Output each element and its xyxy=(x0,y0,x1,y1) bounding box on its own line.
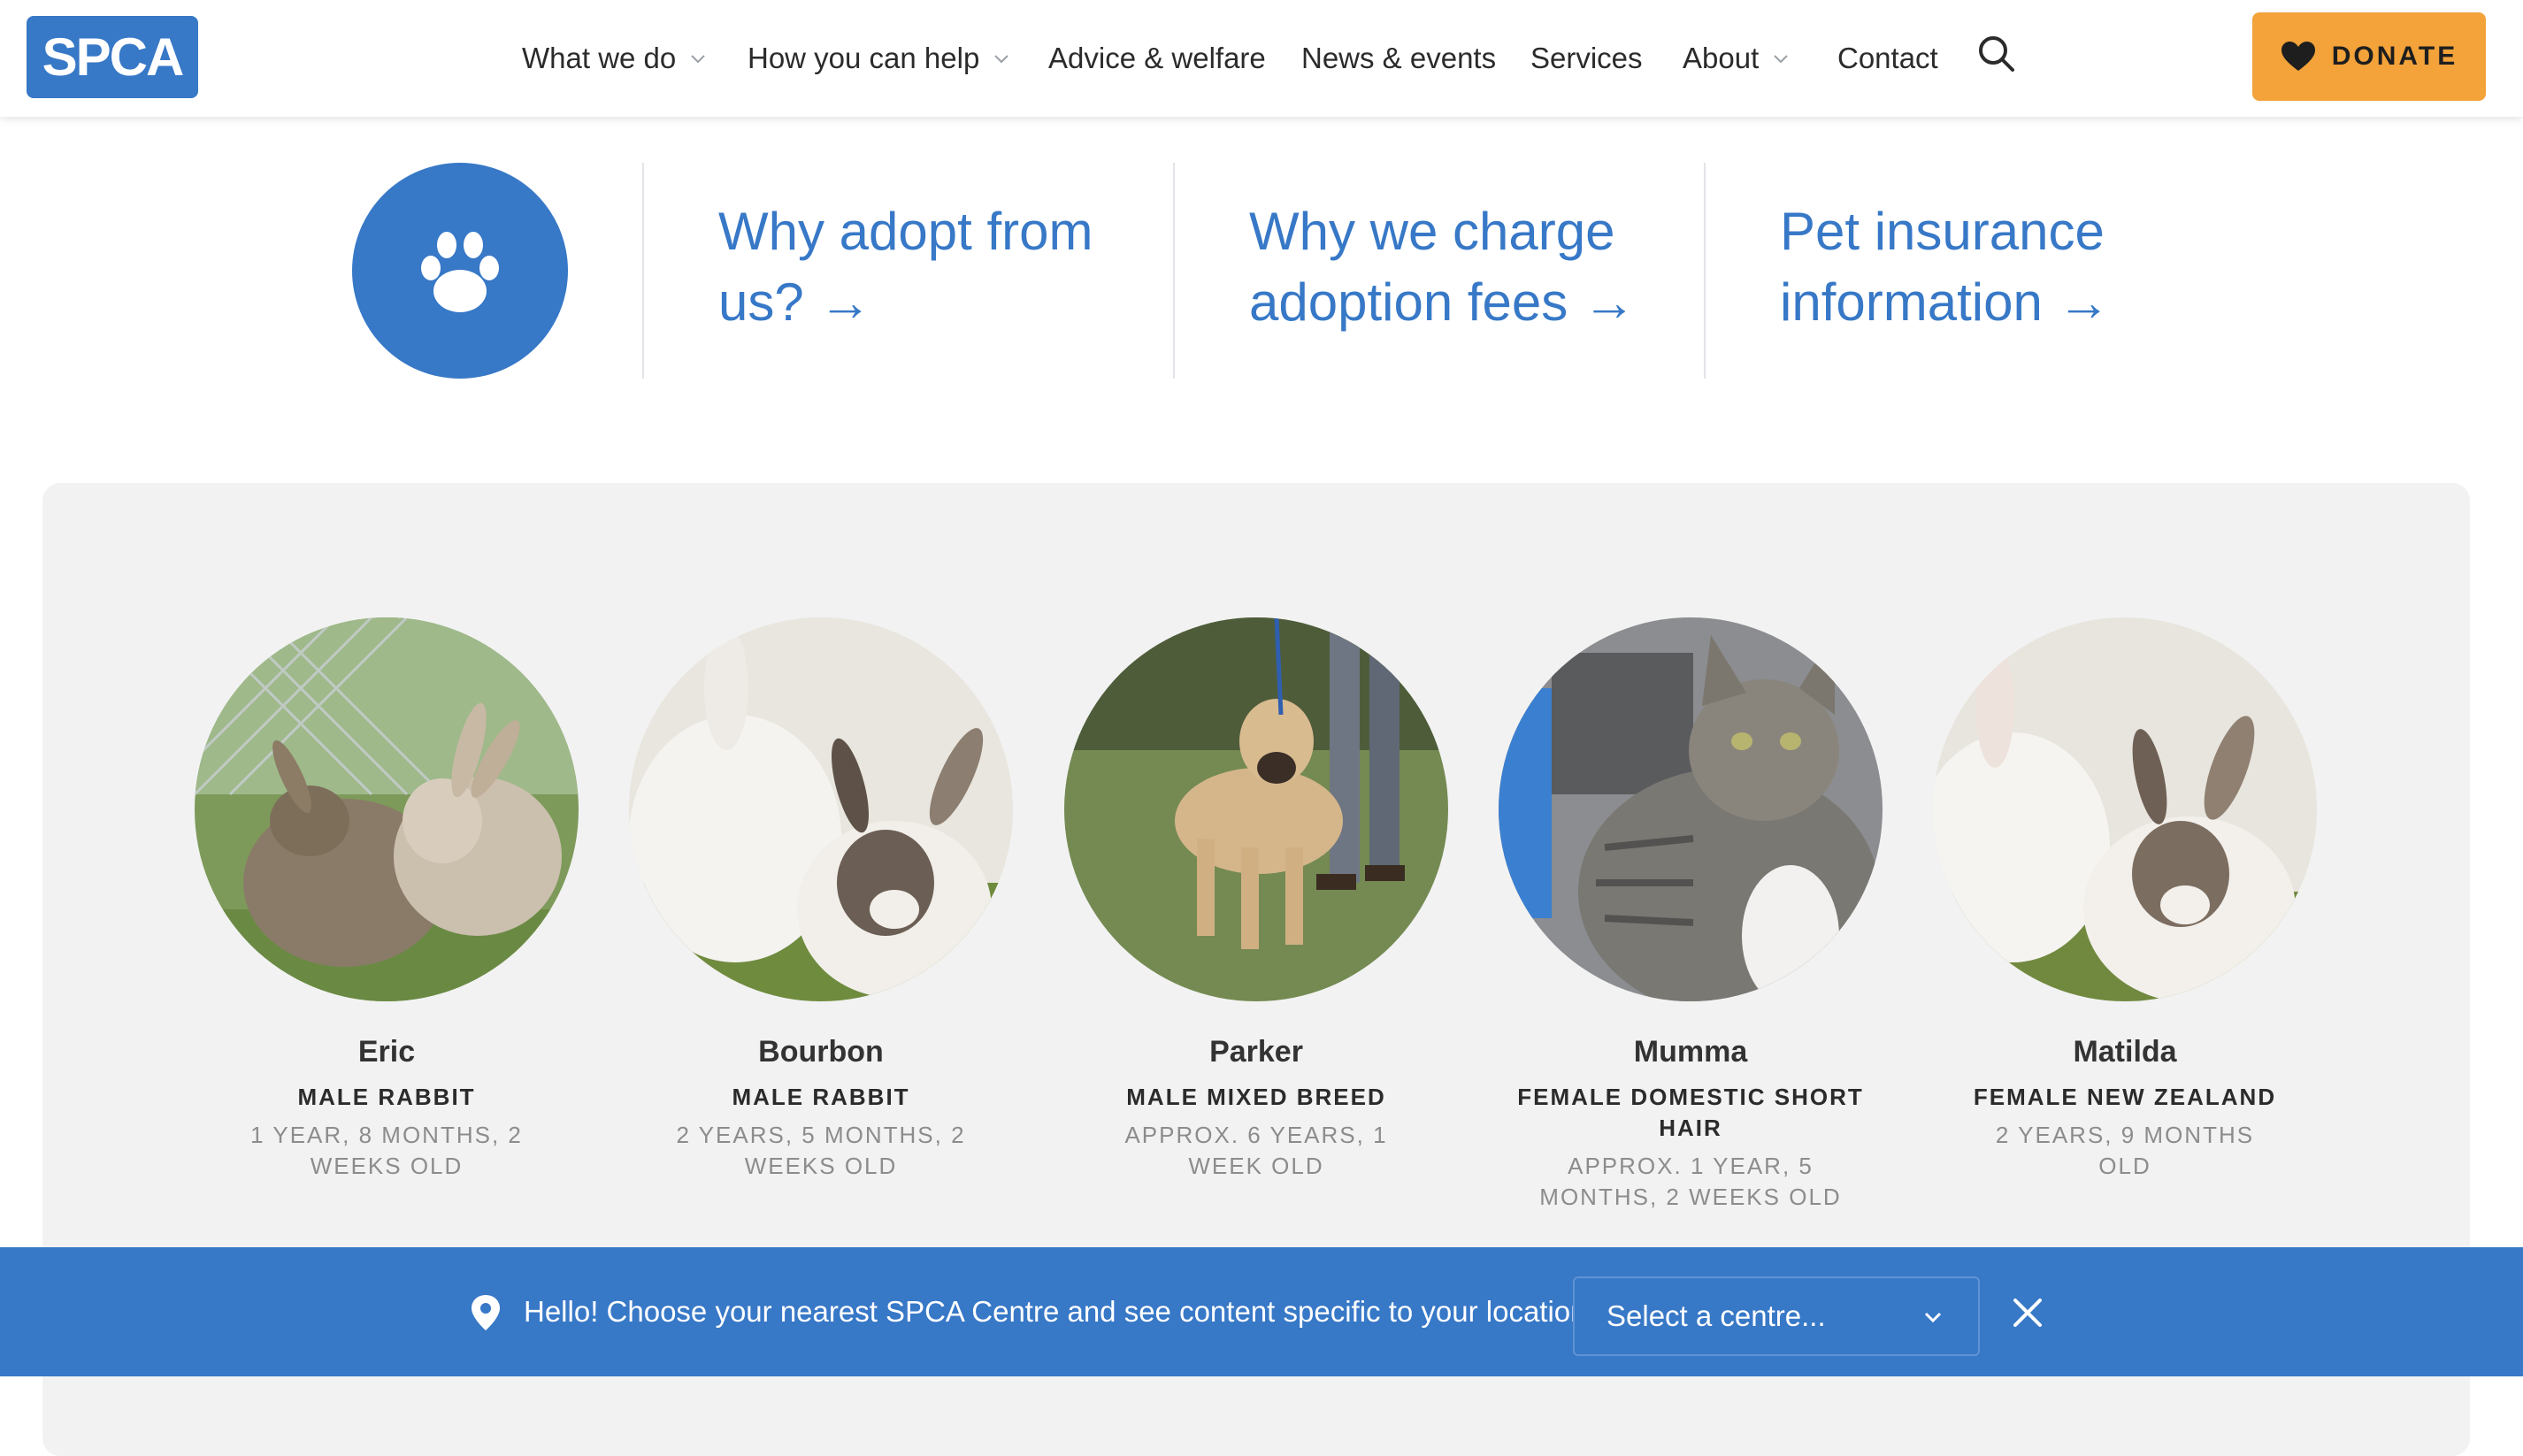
link-line: Why adopt from xyxy=(718,202,1093,261)
chevron-down-icon xyxy=(1774,55,1788,64)
divider xyxy=(1173,163,1175,379)
pet-name: Matilda xyxy=(2073,1035,2177,1069)
link-adoption-fees[interactable]: Why we charge adoption fees → xyxy=(1249,196,1636,338)
link-line: information → xyxy=(1780,272,2111,332)
link-line: Why we charge xyxy=(1249,202,1615,261)
pet-age: 1 year, 8 months, 2 weeks old xyxy=(250,1122,523,1179)
pet-age: Approx. 6 years, 1 week old xyxy=(1124,1122,1388,1179)
pet-breed: Male Rabbit xyxy=(732,1084,910,1110)
location-pin-icon xyxy=(472,1295,500,1330)
pet-age: Approx. 1 year, 5 months, 2 weeks old xyxy=(1539,1153,1842,1210)
nav-services[interactable]: Services xyxy=(1530,0,1643,117)
chevron-down-icon xyxy=(1924,1312,1942,1323)
pet-name: Eric xyxy=(357,1035,416,1069)
nav-how-you-can-help[interactable]: How you can help xyxy=(748,0,1011,117)
nav-label: Contact xyxy=(1837,42,1938,74)
pet-card-parker[interactable]: Parker Male Mixed Breed Approx. 6 years,… xyxy=(1064,617,1448,1182)
pet-breed: Male Mixed Breed xyxy=(1126,1084,1386,1110)
chevron-down-icon xyxy=(994,55,1009,64)
pet-breed: Female Domestic Short Hair xyxy=(1517,1084,1864,1141)
site-header: SPCA What we do How you can help Advice … xyxy=(0,0,2523,117)
link-why-adopt[interactable]: Why adopt from us? → xyxy=(718,196,1093,338)
nav-about[interactable]: About xyxy=(1683,0,1791,117)
pet-photo[interactable] xyxy=(1499,617,1883,1001)
pet-photo[interactable] xyxy=(1064,617,1448,1001)
pet-card-bourbon[interactable]: Bourbon Male Rabbit 2 years, 5 months, 2… xyxy=(629,617,1013,1182)
pet-photo[interactable] xyxy=(629,617,1013,1001)
pet-photo[interactable] xyxy=(1933,617,2317,1001)
pet-card-mumma[interactable]: Mumma Female Domestic Short Hair Approx.… xyxy=(1499,617,1883,1213)
centre-select[interactable]: Select a centre... xyxy=(1573,1276,1980,1356)
nav-label: How you can help xyxy=(748,42,980,74)
close-icon[interactable] xyxy=(2012,1297,2044,1329)
nav-label: News & events xyxy=(1301,42,1497,74)
link-line: us? → xyxy=(718,272,872,332)
spca-logo[interactable]: SPCA xyxy=(27,16,198,98)
link-pet-insurance[interactable]: Pet insurance information → xyxy=(1780,196,2110,338)
nav-contact[interactable]: Contact xyxy=(1837,0,1938,117)
pet-age: 2 years, 9 months old xyxy=(1995,1122,2255,1179)
select-value: Select a centre... xyxy=(1607,1299,1826,1332)
paw-icon xyxy=(421,232,499,312)
nav-label: What we do xyxy=(522,42,677,74)
pet-age: 2 years, 5 months, 2 weeks old xyxy=(676,1122,966,1179)
link-line: adoption fees → xyxy=(1249,272,1636,332)
location-message: Hello! Choose your nearest SPCA Centre a… xyxy=(524,1295,1595,1328)
heart-icon xyxy=(2281,42,2315,71)
nav-label: Advice & welfare xyxy=(1048,42,1266,74)
pet-name: Parker xyxy=(1209,1035,1303,1069)
chevron-down-icon xyxy=(691,55,705,64)
divider xyxy=(642,163,644,379)
divider xyxy=(1704,163,1706,379)
search-icon[interactable] xyxy=(1975,32,2019,76)
nav-what-we-do[interactable]: What we do xyxy=(522,0,708,117)
pet-breed: Male Rabbit xyxy=(297,1084,476,1110)
pet-card-matilda[interactable]: Matilda Female New Zealand 2 years, 9 mo… xyxy=(1933,617,2317,1182)
nav-label: Services xyxy=(1530,42,1643,74)
pet-card-eric[interactable]: Eric Male Rabbit 1 year, 8 months, 2 wee… xyxy=(195,617,579,1182)
pet-name: Bourbon xyxy=(758,1035,884,1069)
donate-label: DONATE xyxy=(2331,42,2458,71)
location-bar: Hello! Choose your nearest SPCA Centre a… xyxy=(0,1247,2523,1376)
pet-breed: Female New Zealand xyxy=(1973,1084,2277,1110)
link-line: Pet insurance xyxy=(1780,202,2105,261)
donate-button[interactable]: DONATE xyxy=(2252,12,2486,101)
paw-badge xyxy=(352,163,568,379)
pet-photo[interactable] xyxy=(195,617,579,1001)
pet-name: Mumma xyxy=(1633,1035,1748,1069)
nav-news-events[interactable]: News & events xyxy=(1301,0,1496,117)
nav-advice-welfare[interactable]: Advice & welfare xyxy=(1048,0,1266,117)
nav-label: About xyxy=(1683,42,1760,74)
